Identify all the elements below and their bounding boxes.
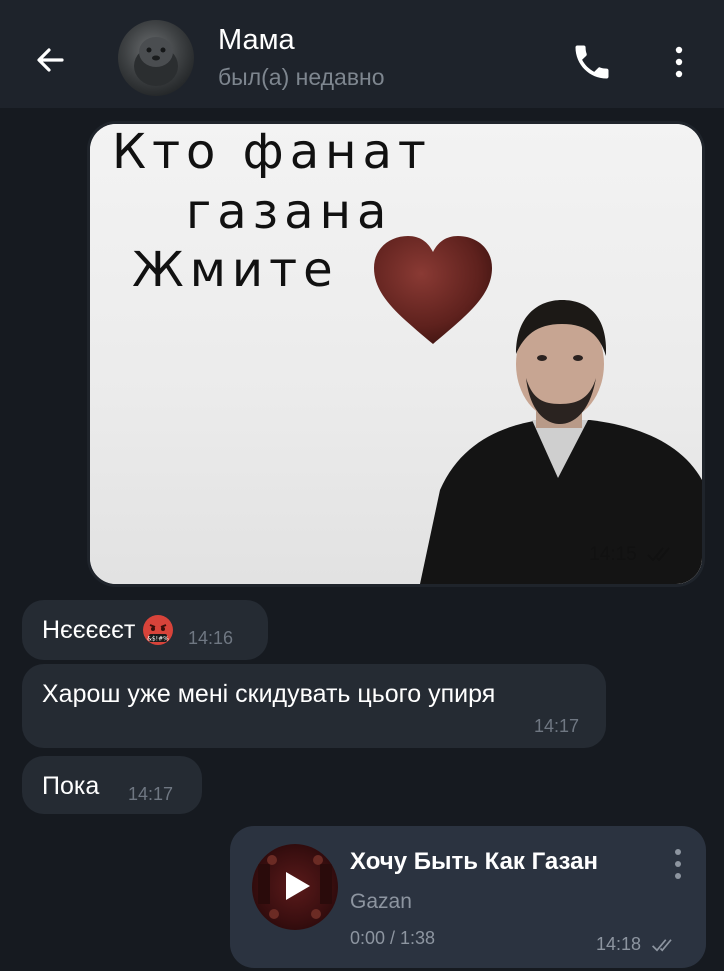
track-duration: 0:00 / 1:38 bbox=[350, 928, 436, 948]
svg-text:&$!#%: &$!#% bbox=[147, 636, 169, 643]
phone-icon bbox=[575, 45, 609, 79]
message-text: Нєєєєєт bbox=[42, 616, 136, 644]
album-art bbox=[252, 844, 338, 930]
message-text: Пока bbox=[42, 772, 100, 800]
double-check-icon bbox=[652, 939, 672, 952]
message-bubble[interactable]: Пока 14:17 bbox=[22, 756, 202, 814]
more-vertical-icon bbox=[675, 849, 681, 879]
track-title: Хочу Быть Как Газан bbox=[350, 848, 598, 875]
avatar[interactable] bbox=[118, 20, 194, 96]
contact-status: был(а) недавно bbox=[218, 64, 385, 90]
sticker-timestamp: 14:15 bbox=[589, 544, 676, 566]
message-time: 14:17 bbox=[128, 784, 174, 804]
contact-name[interactable]: Мама bbox=[218, 24, 295, 57]
menu-button[interactable] bbox=[664, 40, 694, 84]
message-time: 14:18 bbox=[596, 934, 642, 954]
more-vertical-icon bbox=[675, 46, 683, 78]
double-check-icon bbox=[647, 547, 670, 562]
message-bubble[interactable]: Харош уже мені скидувать цього упиря 14:… bbox=[22, 664, 606, 748]
message-bubble[interactable]: Нєєєєєт &$!#% 14:16 bbox=[22, 600, 268, 660]
message-timestamp: 14:18 bbox=[596, 934, 678, 955]
call-button[interactable] bbox=[570, 40, 614, 84]
audio-message[interactable]: Хочу Быть Как Газан Gazan 0:00 / 1:38 14… bbox=[230, 826, 706, 968]
avatar-image bbox=[134, 37, 178, 86]
sticker-text-line-2: газана bbox=[186, 184, 393, 240]
sticker-message[interactable]: Кто фанат газана Жмите 14:15 bbox=[90, 124, 702, 584]
message-text: Харош уже мені скидувать цього упиря bbox=[42, 680, 496, 708]
chat-header: Мама был(а) недавно bbox=[0, 0, 724, 108]
person-photo bbox=[420, 300, 702, 584]
message-time: 14:17 bbox=[534, 716, 580, 736]
play-button[interactable] bbox=[278, 868, 314, 904]
track-artist: Gazan bbox=[350, 890, 412, 913]
sticker-text-line-3: Жмите bbox=[132, 242, 339, 298]
arrow-left-icon bbox=[37, 48, 64, 72]
back-button[interactable] bbox=[28, 38, 72, 82]
message-time: 14:16 bbox=[188, 628, 234, 648]
angry-cursing-face-icon: &$!#% bbox=[143, 615, 173, 645]
play-icon bbox=[286, 872, 310, 900]
audio-menu-button[interactable] bbox=[670, 844, 686, 884]
sticker-time: 14:15 bbox=[589, 544, 637, 565]
sticker-text-line-1: Кто фанат bbox=[112, 124, 432, 180]
